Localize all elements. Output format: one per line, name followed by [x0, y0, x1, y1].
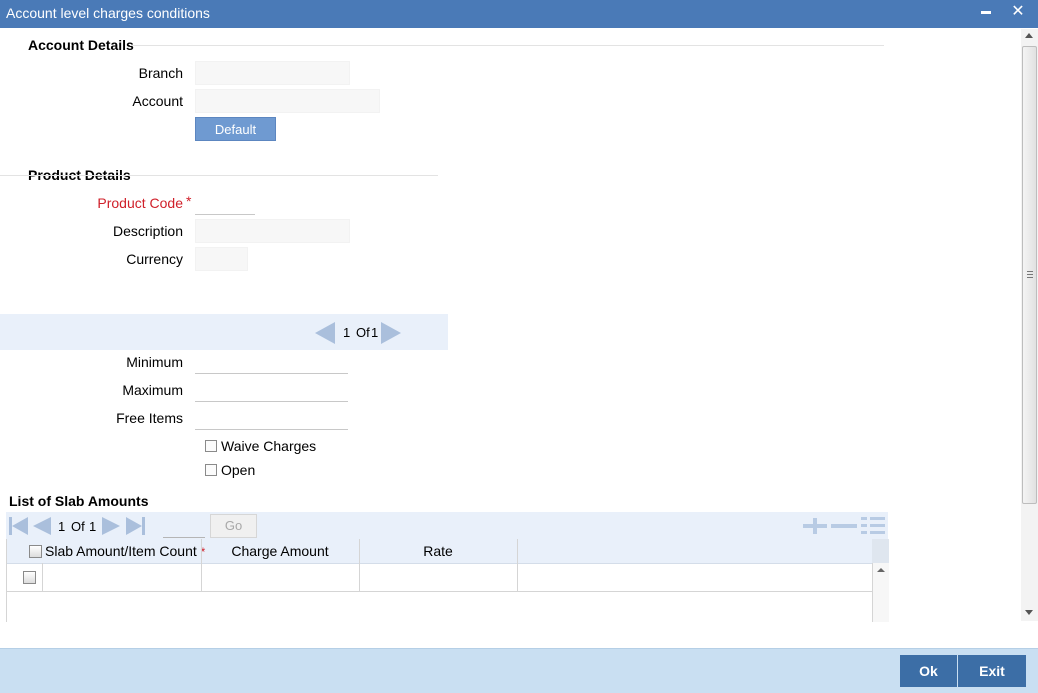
charge-amount-cell[interactable] [202, 563, 359, 591]
ok-button[interactable]: Ok [900, 655, 957, 687]
default-button[interactable]: Default [195, 117, 276, 141]
minimize-icon[interactable]: ▬ [976, 2, 996, 22]
free-items-field[interactable] [195, 406, 348, 430]
previous-record-icon[interactable] [315, 322, 335, 344]
waive-charges-checkbox[interactable] [205, 440, 217, 452]
first-page-arrow-icon[interactable] [12, 517, 28, 535]
maximum-label: Maximum [122, 382, 183, 398]
window-title: Account level charges conditions [6, 5, 210, 21]
section-divider [130, 45, 884, 46]
select-all-checkbox[interactable] [29, 545, 42, 558]
add-row-icon[interactable] [803, 518, 827, 534]
required-marker: * [186, 193, 192, 209]
currency-label: Currency [126, 251, 183, 267]
waive-charges-label: Waive Charges [221, 438, 317, 454]
currency-field[interactable] [195, 247, 248, 271]
table-scroll-up-icon[interactable] [877, 568, 885, 572]
branch-field[interactable] [195, 61, 350, 85]
scroll-up-icon[interactable] [1025, 33, 1033, 38]
column-header-slab-amount[interactable]: Slab Amount/Item Count * [45, 543, 205, 559]
rate-cell[interactable] [360, 563, 517, 591]
delete-row-icon[interactable] [831, 524, 857, 528]
pager-total: 1 [371, 325, 379, 340]
open-label: Open [221, 462, 256, 478]
section-divider [0, 175, 438, 176]
table-scrollbar[interactable] [872, 563, 889, 622]
record-pager-bar: 1 Of 1 [0, 314, 448, 350]
column-header-charge-amount[interactable]: Charge Amount [201, 543, 359, 559]
title-bar: Account level charges conditions ▬ ✕ [0, 0, 1038, 28]
scroll-thumb[interactable] [1022, 46, 1037, 504]
pager-current: 1 [343, 325, 351, 340]
product-code-label: Product Code [97, 195, 183, 211]
minimum-label: Minimum [126, 354, 183, 370]
slab-amount-header-label: Slab Amount/Item Count [45, 543, 197, 559]
table-header-scroll-corner [872, 539, 889, 563]
slab-toolbar: 1 Of 1 Go [6, 512, 888, 539]
next-page-icon[interactable] [102, 517, 120, 535]
next-record-icon[interactable] [381, 322, 401, 344]
slab-pager-total: 1 [89, 519, 97, 534]
branch-label: Branch [138, 65, 183, 81]
slab-amount-cell[interactable] [43, 563, 201, 591]
slab-pager-current: 1 [58, 519, 66, 534]
previous-page-icon[interactable] [33, 517, 51, 535]
free-items-label: Free Items [116, 410, 183, 426]
column-header-rate[interactable]: Rate [359, 543, 517, 559]
account-label: Account [132, 93, 183, 109]
go-button[interactable]: Go [210, 514, 257, 538]
account-details-heading: Account Details [28, 37, 134, 53]
slab-pager-of: Of [71, 519, 85, 534]
close-icon[interactable]: ✕ [1008, 2, 1028, 22]
description-field[interactable] [195, 219, 350, 243]
open-checkbox[interactable] [205, 464, 217, 476]
scroll-down-icon[interactable] [1025, 610, 1033, 615]
table-row [7, 563, 872, 592]
footer-bar: Ok Exit [0, 648, 1038, 693]
account-field[interactable] [195, 89, 380, 113]
exit-button[interactable]: Exit [958, 655, 1026, 687]
maximum-field[interactable] [195, 378, 348, 402]
product-code-field[interactable] [195, 191, 255, 215]
table-header: Slab Amount/Item Count * Charge Amount R… [7, 539, 872, 564]
slab-list-heading: List of Slab Amounts [9, 493, 149, 509]
last-page-arrow-icon[interactable] [126, 517, 142, 535]
description-label: Description [112, 223, 183, 239]
page-number-input[interactable] [163, 514, 205, 538]
vertical-scrollbar[interactable] [1021, 29, 1038, 621]
last-page-icon[interactable] [142, 517, 145, 535]
pager-of: Of [356, 325, 370, 340]
single-view-icon[interactable] [861, 515, 886, 536]
minimum-field[interactable] [195, 350, 348, 374]
slab-table: Slab Amount/Item Count * Charge Amount R… [6, 539, 889, 622]
row-select-checkbox[interactable] [23, 571, 36, 584]
